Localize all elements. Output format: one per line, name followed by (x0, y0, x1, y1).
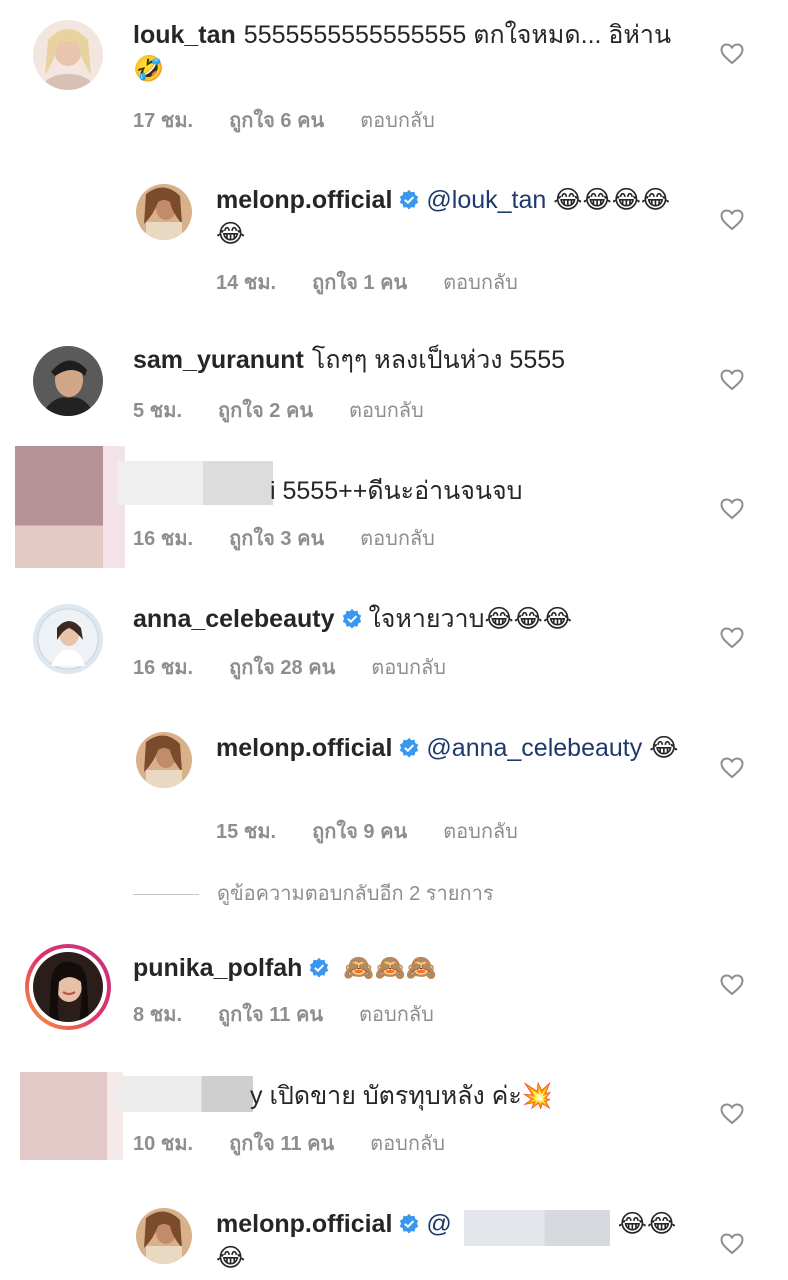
username[interactable]: melonp.official (216, 186, 392, 214)
mention-link[interactable]: @anna_celebeauty (426, 734, 642, 762)
likes-count[interactable]: ถูกใจ 9 คน (312, 821, 407, 843)
avatar[interactable] (136, 184, 192, 240)
username[interactable]: sam_yuranunt (133, 346, 304, 374)
likes-count[interactable]: ถูกใจ 3 คน (229, 528, 324, 550)
verified-badge-icon (310, 957, 329, 978)
timestamp: 8 ชม. (133, 1004, 182, 1026)
comment-text: melonp.official @ 😂😂😂 (216, 1207, 696, 1275)
avatar[interactable] (136, 1208, 192, 1264)
verified-badge-icon (400, 189, 419, 210)
heart-icon[interactable] (720, 369, 744, 391)
mention-link[interactable]: @ (426, 1210, 451, 1238)
avatar-story-ring[interactable] (25, 944, 111, 1030)
avatar[interactable] (33, 604, 103, 674)
heart-icon[interactable] (720, 43, 744, 65)
comment-body: ใจหายวาบ (368, 605, 485, 633)
heart-icon[interactable] (720, 498, 744, 520)
reply-button[interactable]: ตอบกลับ (359, 1004, 434, 1026)
timestamp: 5 ชม. (133, 400, 182, 422)
comment-text: sam_yuranunt โถๆๆ หลงเป็นห่วง 5555 (133, 343, 693, 377)
heart-icon[interactable] (720, 1233, 744, 1255)
reply-button[interactable]: ตอบกลับ (443, 821, 518, 843)
avatar[interactable] (136, 732, 192, 788)
username[interactable]: punika_polfah (133, 954, 302, 982)
comment-meta: 16 ชม. ถูกใจ 3 คน ตอบกลับ (133, 522, 471, 554)
emoji: 😂😂😂 (484, 604, 573, 633)
heart-icon[interactable] (720, 1103, 744, 1125)
timestamp: 14 ชม. (216, 272, 277, 294)
comment-text: y เปิดขาย บัตรทุบหลัง ค่ะ💥 (250, 1079, 710, 1113)
comment-body: 5555555555555555 ตกใจหมด... อิห่าน (243, 21, 672, 49)
likes-count[interactable]: ถูกใจ 11 คน (229, 1133, 334, 1155)
timestamp: 16 ชม. (133, 528, 194, 550)
comment-meta: 15 ชม. ถูกใจ 9 คน ตอบกลับ (216, 815, 554, 847)
username[interactable]: louk_tan (133, 21, 236, 49)
comment-meta: 8 ชม. ถูกใจ 11 คน ตอบกลับ (133, 998, 470, 1030)
timestamp: 17 ชม. (133, 110, 194, 132)
comment-body: โถๆๆ หลงเป็นห่วง 5555 (311, 346, 566, 374)
comment-text: melonp.official @louk_tan 😂😂😂😂😂 (216, 183, 686, 251)
comment-body: i 5555++ดีนะอ่านจนจบ (270, 477, 523, 505)
reply-button[interactable]: ตอบกลับ (371, 657, 446, 679)
verified-badge-icon (400, 1213, 419, 1234)
redacted-username (118, 1076, 253, 1112)
redacted-username (118, 461, 273, 505)
avatar[interactable] (33, 20, 103, 90)
view-more-label: ดูข้อความตอบกลับอีก 2 รายการ (217, 883, 494, 905)
comment-text: anna_celebeauty ใจหายวาบ😂😂😂 (133, 602, 693, 636)
comment-meta: 14 ชม. ถูกใจ 1 คน ตอบกลับ (216, 266, 554, 298)
comment-meta: 5 ชม. ถูกใจ 2 คน ตอบกลับ (133, 394, 460, 426)
heart-icon[interactable] (720, 757, 744, 779)
emoji: 😂 (649, 733, 679, 762)
likes-count[interactable]: ถูกใจ 11 คน (218, 1004, 323, 1026)
divider-line (133, 894, 199, 896)
redacted-avatar (20, 1072, 123, 1160)
emoji: 💥 (521, 1081, 553, 1110)
username[interactable]: melonp.official (216, 734, 392, 762)
comment-meta: 10 ชม. ถูกใจ 11 คน ตอบกลับ (133, 1127, 481, 1159)
verified-badge-icon (400, 737, 419, 758)
redacted-avatar (15, 446, 125, 568)
comment-text: melonp.official @anna_celebeauty 😂 (216, 731, 696, 765)
reply-button[interactable]: ตอบกลับ (360, 110, 435, 132)
reply-button[interactable]: ตอบกลับ (360, 528, 435, 550)
comment-text: louk_tan 5555555555555555 ตกใจหมด... อิห่… (133, 18, 693, 86)
comment-text: i 5555++ดีนะอ่านจนจบ (270, 474, 710, 508)
reply-button[interactable]: ตอบกลับ (349, 400, 424, 422)
likes-count[interactable]: ถูกใจ 6 คน (229, 110, 324, 132)
comment-meta: 17 ชม. ถูกใจ 6 คน ตอบกลับ (133, 104, 471, 136)
heart-icon[interactable] (720, 627, 744, 649)
verified-badge-icon (342, 608, 361, 629)
comment-body: y เปิดขาย บัตรทุบหลัง ค่ะ (250, 1082, 522, 1110)
mention-link[interactable]: @louk_tan (426, 186, 546, 214)
comment-meta: 16 ชม. ถูกใจ 28 คน ตอบกลับ (133, 651, 482, 683)
timestamp: 15 ชม. (216, 821, 277, 843)
likes-count[interactable]: ถูกใจ 2 คน (218, 400, 313, 422)
reply-button[interactable]: ตอบกลับ (443, 272, 518, 294)
heart-icon[interactable] (720, 974, 744, 996)
likes-count[interactable]: ถูกใจ 1 คน (312, 272, 407, 294)
comment-text: punika_polfah 🙈🙈🙈 (133, 951, 693, 985)
view-more-replies-button[interactable]: ดูข้อความตอบกลับอีก 2 รายการ (133, 877, 494, 909)
avatar[interactable] (33, 346, 103, 416)
emoji: 🙈🙈🙈 (343, 953, 437, 982)
reply-button[interactable]: ตอบกลับ (370, 1133, 445, 1155)
username[interactable]: anna_celebeauty (133, 605, 335, 633)
likes-count[interactable]: ถูกใจ 28 คน (229, 657, 335, 679)
timestamp: 10 ชม. (133, 1133, 194, 1155)
emoji: 🤣 (133, 54, 165, 83)
username[interactable]: melonp.official (216, 1210, 392, 1238)
timestamp: 16 ชม. (133, 657, 194, 679)
heart-icon[interactable] (720, 209, 744, 231)
